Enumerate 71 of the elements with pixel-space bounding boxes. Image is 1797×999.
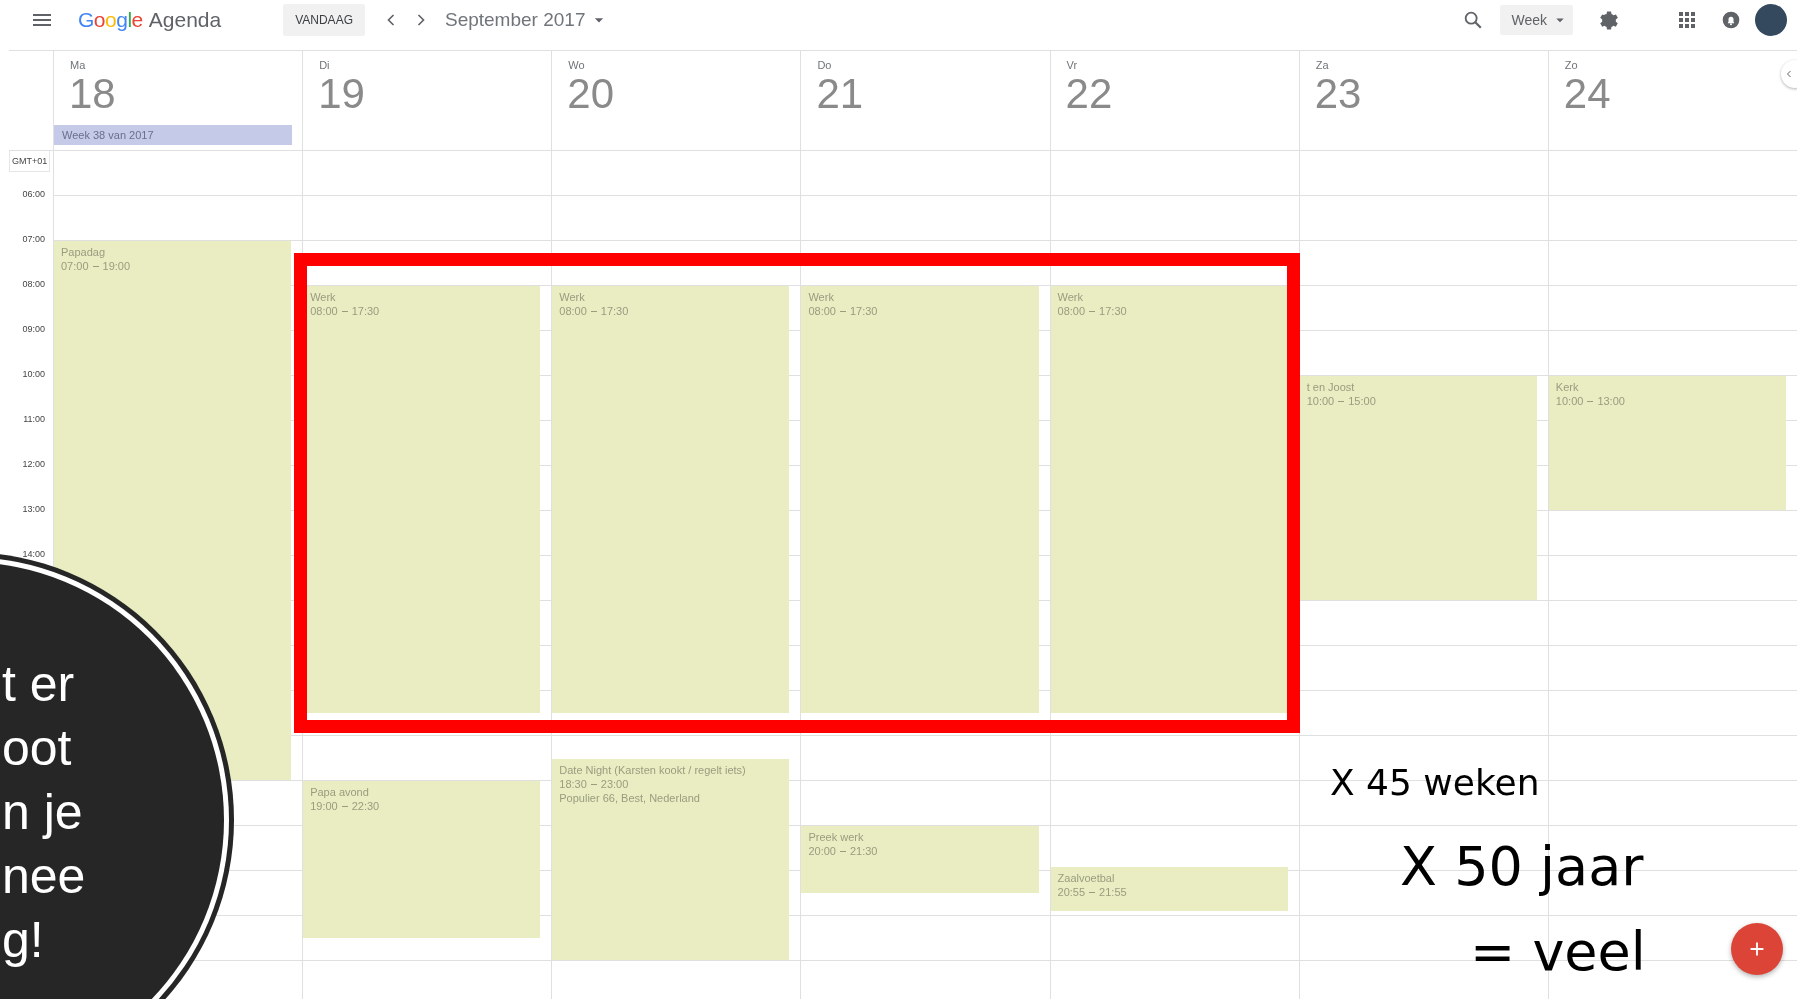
event-title: Preek werk [808, 830, 865, 844]
event-block[interactable]: Date Night (Karsten kookt / regelt iets) 18:30 23:00 Populier 66, Best, Nederland [552, 758, 790, 960]
event-time: 07:00 19:00 [61, 259, 131, 273]
event-time: 19:00 22:30 [310, 799, 380, 813]
event-title: Werk [559, 290, 586, 304]
weekday-label: Za [1315, 59, 1329, 71]
date-number[interactable]: 18 [69, 71, 116, 117]
hour-label: 07:00 [22, 234, 45, 244]
event-time: 08:00 17:30 [808, 304, 878, 318]
event-time: 10:00 15:00 [1306, 394, 1376, 408]
event-time: 18:30 23:00 [559, 776, 629, 791]
date-number[interactable]: 23 [1314, 71, 1362, 117]
date-number[interactable]: 24 [1563, 71, 1611, 117]
event-title: Papadag [61, 245, 107, 259]
event-time: 20:00 21:30 [808, 844, 878, 858]
app-title: Agenda [148, 8, 222, 32]
weekday-label: Zo [1564, 59, 1578, 71]
timezone-label: GMT+01 [9, 151, 51, 172]
event-block[interactable]: Papa avond 19:00 22:30 [303, 781, 541, 938]
event-block[interactable]: Zaalvoetbal 20:55 21:55 [1050, 867, 1288, 912]
event-title: Zaalvoetbal [1057, 871, 1116, 886]
hour-label: 08:00 [22, 279, 45, 289]
bell-icon[interactable] [1721, 10, 1741, 30]
slide-text: X 45 weken [1330, 762, 1540, 803]
event-location: Populier 66, Best, Nederland [559, 790, 700, 805]
hour-label: 13:00 [22, 504, 45, 514]
hour-label: 14:00 [22, 549, 45, 559]
circle-text: g! [2, 911, 44, 970]
slide-text: = veel [1470, 920, 1646, 983]
weekday-label: Vr [1066, 59, 1078, 71]
event-block[interactable]: Werk 08:00 17:30 [1050, 286, 1288, 713]
event-time: 10:00 13:00 [1555, 394, 1625, 408]
event-block[interactable]: Kerk 10:00 13:00 [1548, 376, 1786, 510]
hour-label: 11:00 [23, 414, 45, 424]
event-block[interactable]: Preek werk 20:00 21:30 [801, 826, 1039, 893]
event-block[interactable]: Werk 08:00 17:30 [801, 286, 1039, 713]
add-button[interactable] [1731, 923, 1783, 975]
event-title: Werk [1057, 290, 1085, 304]
event-title: Werk [310, 290, 337, 304]
event-block[interactable]: Werk 08:00 17:30 [552, 286, 790, 713]
hour-label: 12:00 [22, 459, 45, 469]
event-time: 08:00 17:30 [310, 304, 380, 318]
event-time: 20:55 21:55 [1057, 885, 1127, 900]
today-button[interactable]: VANDAAG [283, 4, 365, 36]
hour-label: 09:00 [22, 324, 45, 334]
week-banner: Week 38 van 2017 [54, 125, 293, 145]
event-time: 08:00 17:30 [1057, 304, 1127, 318]
slide-text: X 50 jaar [1400, 835, 1644, 898]
event-title: Werk [808, 290, 835, 304]
logo: Google [78, 8, 143, 32]
circle-text: nee [2, 847, 86, 906]
period-dropdown[interactable]: September 2017 [440, 9, 614, 31]
date-number[interactable]: 20 [567, 71, 614, 117]
weekday-label: Ma [70, 59, 86, 71]
date-number[interactable]: 22 [1065, 71, 1113, 117]
event-title: Kerk [1555, 380, 1580, 394]
hour-label: 10:00 [22, 369, 45, 379]
date-number[interactable]: 21 [816, 71, 864, 117]
circle-text: n je [2, 783, 83, 842]
event-title: t en Joost [1306, 380, 1356, 394]
weekday-label: Di [319, 59, 330, 71]
event-block[interactable]: t en Joost 10:00 15:00 [1299, 376, 1537, 600]
event-title: Date Night (Karsten kookt / regelt iets) [559, 762, 747, 777]
weekday-label: Wo [568, 59, 585, 71]
date-number[interactable]: 19 [318, 71, 365, 117]
view-dropdown[interactable]: Week [1500, 5, 1573, 35]
event-time: 08:00 17:30 [559, 304, 629, 318]
weekday-label: Do [817, 59, 832, 71]
hour-label: 06:00 [22, 189, 45, 199]
event-title: Papa avond [310, 785, 370, 799]
avatar[interactable] [1755, 4, 1787, 36]
